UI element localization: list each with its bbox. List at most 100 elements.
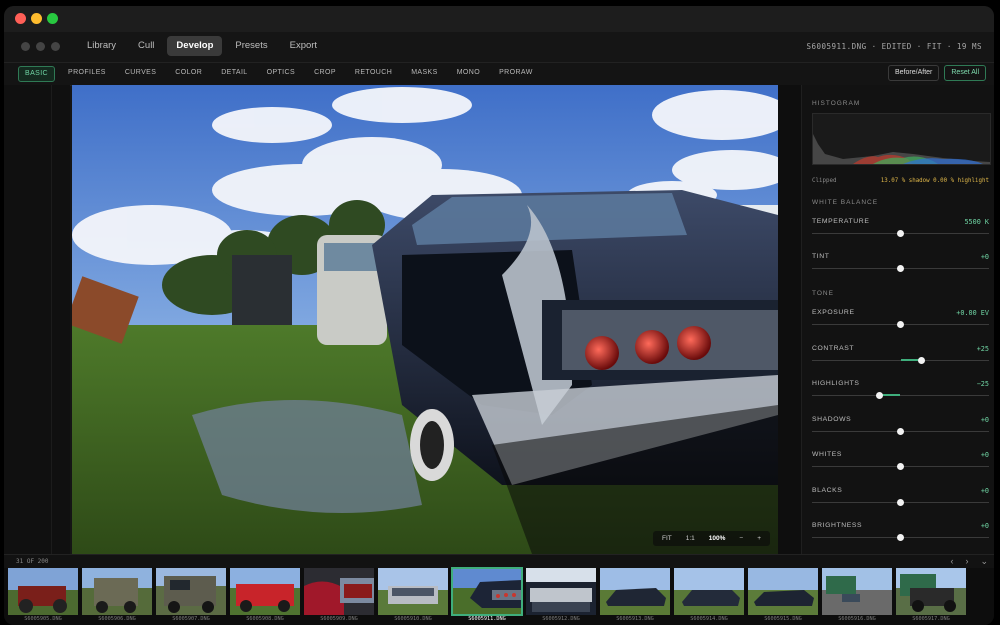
zoom-controls: FIT 1:1 100% − +: [652, 531, 770, 546]
zoom-1to1-button[interactable]: 1:1: [679, 535, 702, 542]
slider-value: +0.00 EV: [956, 309, 989, 317]
slider-knob[interactable]: [897, 428, 904, 435]
filmstrip-thumb[interactable]: S6005908.DNG: [230, 568, 300, 625]
zoom-fit-button[interactable]: FIT: [655, 535, 679, 542]
zoom-in-button[interactable]: +: [750, 535, 768, 542]
zoom-window-button[interactable]: [47, 13, 58, 24]
thumb-filename: S6005913.DNG: [616, 616, 654, 622]
tool-tab-masks[interactable]: MASKS: [405, 66, 444, 80]
slider-value: +0: [980, 416, 989, 424]
temperature-slider[interactable]: TEMPERATURE 5500 K: [812, 218, 989, 248]
tool-tab-color[interactable]: COLOR: [169, 66, 208, 80]
thumb-filename: S6005905.DNG: [24, 616, 62, 622]
reset-all-button[interactable]: Reset All: [944, 65, 986, 81]
filmstrip-thumb[interactable]: S6005917.DNG: [896, 568, 966, 625]
tool-tab-retouch[interactable]: RETOUCH: [349, 66, 398, 80]
tool-tab-detail[interactable]: DETAIL: [215, 66, 253, 80]
tool-tabs-bar: BASIC PROFILES CURVES COLOR DETAIL OPTIC…: [4, 62, 994, 86]
tool-tab-proraw[interactable]: PRORAW: [493, 66, 539, 80]
slider-knob[interactable]: [875, 392, 883, 399]
slider-knob[interactable]: [897, 463, 904, 470]
contrast-slider[interactable]: CONTRAST +25: [812, 345, 989, 375]
mode-tab-library[interactable]: Library: [78, 36, 125, 56]
filmstrip-thumb[interactable]: S6005905.DNG: [8, 568, 78, 625]
whites-slider[interactable]: WHITES +0: [812, 451, 989, 481]
slider-label: CONTRAST: [812, 345, 855, 352]
slider-knob[interactable]: [897, 230, 904, 237]
slider-value: +0: [980, 253, 989, 261]
thumb-filename: S6005910.DNG: [394, 616, 432, 622]
tool-tab-mono[interactable]: MONO: [451, 66, 486, 80]
mode-tabs: Library Cull Develop Presets Export: [78, 36, 326, 56]
next-image-button[interactable]: ›: [965, 556, 968, 567]
filmstrip-thumb[interactable]: S6005907.DNG: [156, 568, 226, 625]
photo-image: [72, 85, 778, 554]
histogram: [812, 113, 991, 165]
app-window: Library Cull Develop Presets Export S600…: [4, 6, 994, 625]
slider-label: WHITES: [812, 451, 843, 458]
file-status: S6005911.DNG · EDITED · FIT · 19 MS: [806, 42, 982, 51]
thumb-filename: S6005907.DNG: [172, 616, 210, 622]
tool-tab-basic[interactable]: BASIC: [18, 66, 56, 82]
filmstrip-thumb[interactable]: S6005915.DNG: [748, 568, 818, 625]
blacks-slider[interactable]: BLACKS +0: [812, 487, 989, 517]
mode-tab-develop[interactable]: Develop: [167, 36, 223, 56]
collapse-filmstrip-button[interactable]: ⌄: [980, 556, 988, 567]
filmstrip: S6005905.DNG S6005906.DNG S6005907.DNG S…: [4, 567, 994, 625]
slider-knob[interactable]: [897, 265, 904, 272]
tool-tab-crop[interactable]: CROP: [308, 66, 342, 80]
clipped-values: 13.07 % shadow 0.00 % highlight: [880, 178, 989, 184]
slider-value: +25: [976, 345, 989, 353]
highlights-slider[interactable]: HIGHLIGHTS −25: [812, 380, 989, 410]
filmstrip-thumb[interactable]: S6005913.DNG: [600, 568, 670, 625]
slider-knob[interactable]: [897, 499, 904, 506]
slider-label: TINT: [812, 253, 830, 260]
filmstrip-thumb[interactable]: S6005914.DNG: [674, 568, 744, 625]
minimize-window-button[interactable]: [31, 13, 42, 24]
thumb-filename: S6005914.DNG: [690, 616, 728, 622]
mode-tab-export[interactable]: Export: [281, 36, 326, 56]
prev-image-button[interactable]: ‹: [950, 556, 953, 567]
tone-title: TONE: [812, 290, 834, 297]
slider-label: SHADOWS: [812, 416, 852, 423]
tool-tab-profiles[interactable]: PROFILES: [62, 66, 112, 80]
zoom-out-button[interactable]: −: [732, 535, 750, 542]
brightness-slider[interactable]: BRIGHTNESS +0: [812, 522, 989, 552]
close-window-button[interactable]: [15, 13, 26, 24]
slider-knob[interactable]: [897, 534, 904, 541]
thumb-filename: S6005917.DNG: [912, 616, 950, 622]
tool-tab-optics[interactable]: OPTICS: [261, 66, 301, 80]
filmstrip-header: 31 OF 200 ‹ › ⌄: [4, 554, 994, 569]
mode-tab-cull[interactable]: Cull: [129, 36, 163, 56]
filmstrip-thumb[interactable]: S6005916.DNG: [822, 568, 892, 625]
slider-knob[interactable]: [897, 321, 904, 328]
slider-label: TEMPERATURE: [812, 218, 870, 225]
thumb-filename: S6005915.DNG: [764, 616, 802, 622]
thumb-filename: S6005911.DNG: [468, 616, 506, 622]
filmstrip-thumb[interactable]: S6005906.DNG: [82, 568, 152, 625]
thumb-filename: S6005916.DNG: [838, 616, 876, 622]
clipping-info: Clipped 13.07 % shadow 0.00 % highlight: [812, 178, 989, 184]
filmstrip-thumb[interactable]: S6005912.DNG: [526, 568, 596, 625]
filmstrip-thumb[interactable]: S6005909.DNG: [304, 568, 374, 625]
filmstrip-thumb-selected[interactable]: S6005911.DNG: [451, 567, 523, 625]
app-header: Library Cull Develop Presets Export S600…: [4, 32, 994, 62]
before-after-button[interactable]: Before/After: [888, 65, 940, 81]
photo-viewer[interactable]: FIT 1:1 100% − +: [72, 85, 778, 554]
tool-tab-curves[interactable]: CURVES: [119, 66, 162, 80]
thumb-filename: S6005908.DNG: [246, 616, 284, 622]
mode-tab-presets[interactable]: Presets: [226, 36, 276, 56]
filmstrip-thumb[interactable]: S6005910.DNG: [378, 568, 448, 625]
thumb-filename: S6005906.DNG: [98, 616, 136, 622]
exposure-slider[interactable]: EXPOSURE +0.00 EV: [812, 309, 989, 339]
shadows-slider[interactable]: SHADOWS +0: [812, 416, 989, 446]
zoom-100-button[interactable]: 100%: [702, 535, 733, 542]
window-dots-icon: [21, 42, 60, 51]
histogram-title: HISTOGRAM: [812, 100, 861, 107]
viewer-gutter: [778, 85, 801, 554]
left-sidebar: [4, 85, 70, 554]
thumb-filename: S6005909.DNG: [320, 616, 358, 622]
adjustments-panel: HISTOGRAM Clipped 13.07 % shadow 0.00 % …: [801, 85, 994, 554]
slider-knob[interactable]: [918, 357, 926, 364]
tint-slider[interactable]: TINT +0: [812, 253, 989, 283]
